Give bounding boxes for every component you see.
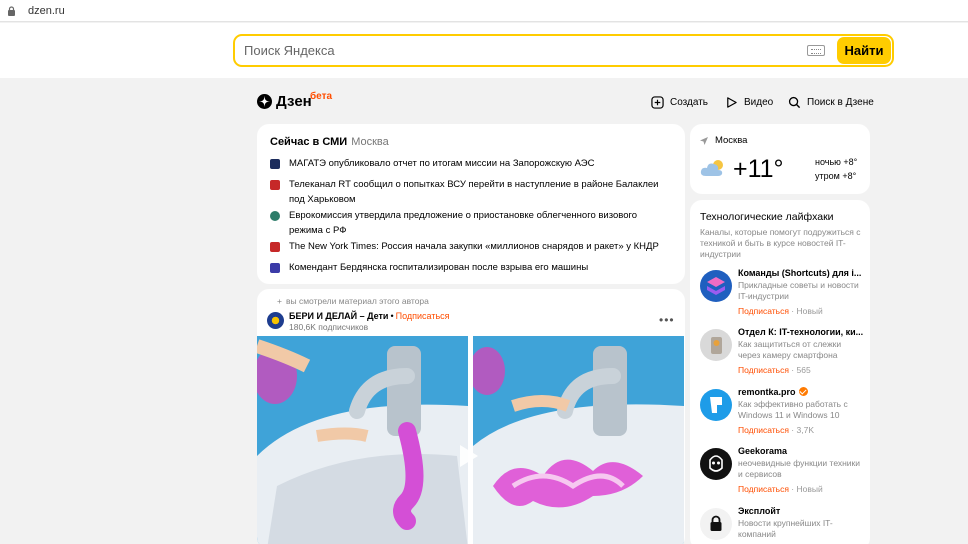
viewed-note: + вы смотрели материал этого автора bbox=[277, 296, 429, 306]
channel-description: Как эффективно работать с Windows 11 и W… bbox=[738, 399, 848, 420]
channel-footer: Подписаться · 565 bbox=[738, 365, 811, 375]
subscribe-button[interactable]: Подписаться bbox=[396, 311, 450, 321]
channel-avatar bbox=[700, 448, 732, 480]
news-headline: Еврокомиссия утвердила предложение о при… bbox=[289, 210, 638, 236]
channel-name-row: remontka.pro bbox=[738, 387, 863, 397]
news-region[interactable]: Москва bbox=[351, 136, 389, 148]
weather-city: Москва bbox=[715, 135, 748, 146]
channel-name[interactable]: БЕРИ И ДЕЛАЙ – Дети bbox=[289, 311, 388, 321]
channel-footer: Подписаться · Новый bbox=[738, 306, 823, 316]
channel-description: неочевидные функции техники и сервисов bbox=[738, 458, 861, 479]
news-headline: The New York Times: Россия начала закупк… bbox=[289, 241, 659, 252]
news-heading[interactable]: Сейчас в СМИ Москва bbox=[270, 136, 389, 148]
channel-meta: 565 bbox=[796, 365, 811, 375]
channel-avatar bbox=[700, 389, 732, 421]
more-options-icon[interactable]: ••• bbox=[659, 313, 675, 327]
location-arrow-icon bbox=[700, 136, 708, 145]
channel-avatar[interactable] bbox=[267, 312, 284, 329]
news-item[interactable]: Еврокомиссия утвердила предложение о при… bbox=[270, 208, 670, 238]
logo-text: Дзен bbox=[276, 93, 312, 110]
search-input[interactable] bbox=[235, 43, 807, 58]
dzen-star-icon bbox=[257, 94, 272, 109]
yandex-search-bar: Найти bbox=[233, 34, 894, 67]
channel-footer: Подписаться · Новый bbox=[738, 484, 823, 494]
dzen-logo[interactable]: Дзен бета bbox=[257, 91, 332, 110]
sink-image bbox=[473, 336, 684, 544]
news-source-icon bbox=[270, 263, 280, 273]
subscriber-count: 180,6K подписчиков bbox=[289, 322, 369, 332]
news-item[interactable]: Телеканал RT сообщил о попытках ВСУ пере… bbox=[270, 177, 670, 207]
channel-meta: 3,7K bbox=[796, 425, 815, 435]
address-bar[interactable]: dzen.ru bbox=[0, 0, 968, 22]
weather-location: Москва bbox=[700, 135, 747, 146]
news-card: Сейчас в СМИ Москва МАГАТЭ опубликовало о… bbox=[257, 124, 685, 284]
news-source-icon bbox=[270, 211, 280, 221]
subscribe-button[interactable]: Подписаться bbox=[738, 365, 789, 375]
channel-avatar bbox=[700, 329, 732, 361]
subscribe-button[interactable]: Подписаться bbox=[738, 425, 789, 435]
play-icon bbox=[727, 97, 737, 108]
channel-avatar bbox=[700, 270, 732, 302]
channel-name: Geekorama bbox=[738, 446, 788, 456]
video-label: Видео bbox=[744, 97, 774, 108]
url-text: dzen.ru bbox=[28, 4, 65, 17]
channel-description: Как защититься от слежки через камеру см… bbox=[738, 339, 842, 360]
channel-description: Новости крупнейших IT-компаний bbox=[738, 518, 833, 539]
feed-card[interactable]: + вы смотрели материал этого автора БЕРИ … bbox=[257, 289, 685, 544]
subscribe-button[interactable]: Подписаться bbox=[738, 484, 789, 494]
channel-name: Команды (Shortcuts) для i... bbox=[738, 268, 862, 278]
lock-icon bbox=[8, 5, 15, 16]
beta-badge: бета bbox=[310, 91, 333, 102]
tech-title[interactable]: Технологические лайфхаки bbox=[700, 211, 834, 223]
weather-temperature: +11° bbox=[733, 155, 784, 183]
viewed-note-text: вы смотрели материал этого автора bbox=[285, 296, 429, 306]
news-item[interactable]: Комендант Бердянска госпитализирован пос… bbox=[270, 260, 670, 275]
video-thumbnail-right[interactable] bbox=[473, 336, 684, 544]
channel-meta: Новый bbox=[796, 306, 823, 316]
channel-meta: Новый bbox=[796, 484, 823, 494]
forecast-night: ночью +8° bbox=[815, 157, 858, 167]
news-source-icon bbox=[270, 180, 280, 190]
forecast-morning: утром +8° bbox=[815, 171, 857, 181]
tech-channels-card: Технологические лайфхаки Каналы, которые… bbox=[690, 200, 870, 544]
create-label: Создать bbox=[670, 97, 709, 108]
news-headline: Комендант Бердянска госпитализирован пос… bbox=[289, 262, 589, 273]
play-icon[interactable] bbox=[460, 445, 478, 467]
search-button[interactable]: Найти bbox=[837, 37, 891, 64]
channel-description: Прикладные советы и новости IT-индустрии bbox=[738, 280, 859, 301]
plus-icon: + bbox=[277, 296, 282, 306]
cloudy-icon bbox=[700, 160, 723, 176]
channel-name: Отдел К: IT-технологии, ки... bbox=[738, 327, 863, 337]
channel-footer: Подписаться · 3,7K bbox=[738, 425, 814, 435]
verified-icon bbox=[798, 387, 808, 396]
channel-avatar bbox=[700, 508, 732, 540]
sink-image bbox=[257, 336, 468, 544]
news-source-icon bbox=[270, 242, 280, 252]
plus-square-icon bbox=[651, 96, 664, 109]
keyboard-icon[interactable] bbox=[807, 45, 825, 56]
news-title: Сейчас в СМИ bbox=[270, 136, 348, 148]
news-source-icon bbox=[270, 159, 280, 169]
video-button[interactable]: Видео bbox=[725, 96, 773, 109]
channel-title: БЕРИ И ДЕЛАЙ – Дети • Подписаться bbox=[289, 311, 450, 321]
news-item[interactable]: МАГАТЭ опубликовало отчет по итогам мисс… bbox=[270, 156, 670, 171]
channel-name: remontka.pro bbox=[738, 387, 796, 397]
news-headline: МАГАТЭ опубликовало отчет по итогам мисс… bbox=[289, 158, 595, 169]
news-item[interactable]: The New York Times: Россия начала закупк… bbox=[270, 239, 670, 254]
news-headline: Телеканал RT сообщил о попытках ВСУ пере… bbox=[289, 179, 659, 205]
create-button[interactable]: Создать bbox=[651, 96, 708, 109]
channel-name: Эксплойт bbox=[738, 506, 781, 516]
search-icon bbox=[788, 96, 801, 109]
subscribe-button[interactable]: Подписаться bbox=[738, 306, 789, 316]
weather-card[interactable]: Москва +11° ночью +8° утром +8° bbox=[690, 124, 870, 194]
dzen-search-button[interactable]: Поиск в Дзене bbox=[788, 96, 874, 109]
video-thumbnail-left[interactable] bbox=[257, 336, 468, 544]
tech-description: Каналы, которые помогут подружиться с те… bbox=[700, 227, 861, 259]
dzen-search-label: Поиск в Дзене bbox=[807, 97, 874, 108]
